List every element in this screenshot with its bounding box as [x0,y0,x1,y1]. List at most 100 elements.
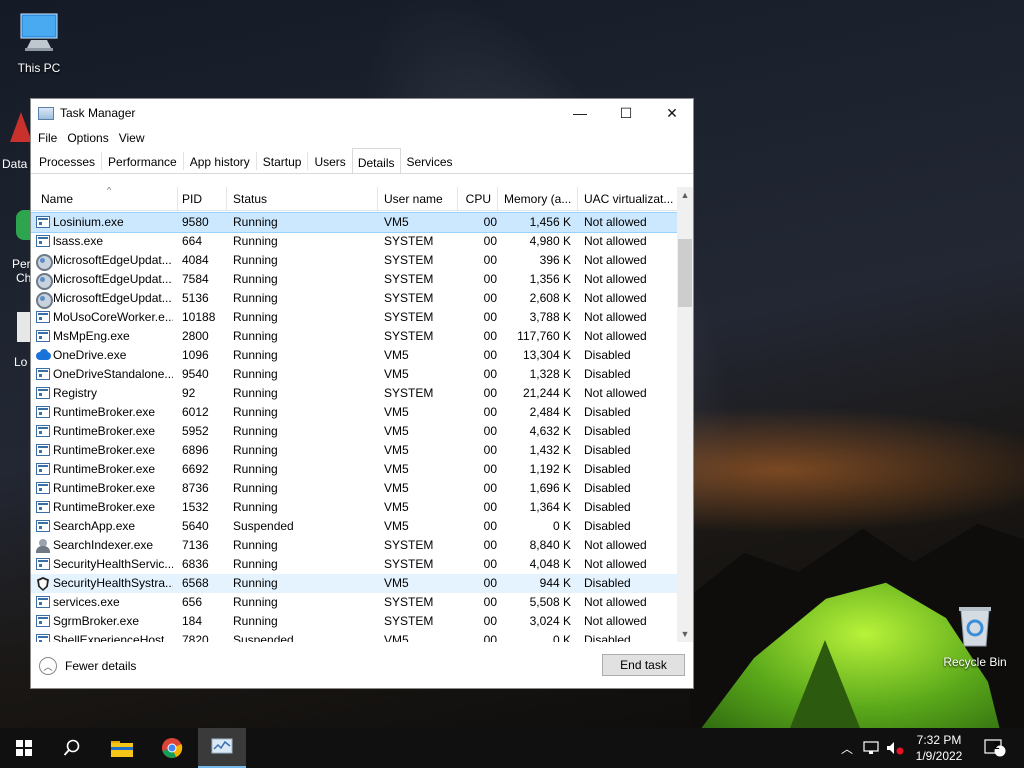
table-row[interactable]: MicrosoftEdgeUpdat... 4084 Running SYSTEM 00… [31,251,677,271]
column-header-name[interactable]: ^ Name [35,187,178,211]
close-button[interactable]: ✕ [649,99,695,127]
tab-startup[interactable]: Startup [257,149,308,173]
cell-memory: 21,244 K [522,386,571,400]
network-icon[interactable] [860,728,882,768]
menu-view[interactable]: View [114,127,150,149]
table-row[interactable]: SearchApp.exe 5640 Suspended VM5 00 0 K Disabl… [31,517,677,536]
cell-memory: 1,696 K [529,481,571,495]
cell-cpu: 00 [483,405,497,419]
cell-uac: Not allowed [584,272,647,286]
cell-memory: 8,840 K [529,538,571,552]
column-header-pid[interactable]: PID [176,187,227,211]
cell-name: lsass.exe [53,234,104,248]
cell-user: VM5 [384,500,409,514]
table-row[interactable]: RuntimeBroker.exe 8736 Running VM5 00 1,696 K… [31,479,677,498]
cell-uac: Disabled [584,500,631,514]
cell-memory: 117,760 K [517,329,571,343]
partial-desktop-icon[interactable] [17,312,31,342]
table-row[interactable]: SearchIndexer.exe 7136 Running SYSTEM 00 8,84… [31,536,677,555]
cell-uac: Not allowed [584,538,647,552]
cell-user: VM5 [384,481,409,495]
table-row[interactable]: SecurityHealthSystra... 6568 Running VM5 00 9… [31,574,677,593]
title-bar[interactable]: Task Manager — ☐ ✕ [31,99,693,127]
cell-user: SYSTEM [384,614,434,628]
column-header-memory[interactable]: Memory (a... [498,187,578,211]
scroll-down-arrow-icon[interactable]: ▼ [677,626,693,642]
table-row[interactable]: MicrosoftEdgeUpdat... 5136 Running SYSTEM 00… [31,289,677,309]
table-row[interactable]: lsass.exe 664 Running SYSTEM 00 4,980 K Not al… [31,232,677,251]
table-row[interactable]: ShellExperienceHost... 7820 Suspended VM5 00… [31,631,677,642]
taskbar-file-explorer[interactable] [98,728,146,768]
cell-uac: Disabled [584,367,631,381]
table-row[interactable]: MicrosoftEdgeUpdat... 7584 Running SYSTEM 00… [31,270,677,290]
table-row[interactable]: SecurityHealthServic... 6836 Running SYSTEM… [31,555,677,574]
cell-status: Running [233,215,278,229]
table-row[interactable]: Registry 92 Running SYSTEM 00 21,244 K Not all… [31,384,677,403]
clock-date: 1/9/2022 [915,749,963,763]
column-header-user[interactable]: User name [378,187,458,211]
cell-pid: 656 [182,595,203,609]
show-hidden-icons[interactable]: ︿ [838,728,856,768]
cell-name: ShellExperienceHost... [53,633,173,642]
scrollbar-thumb[interactable] [678,239,692,307]
cell-uac: Disabled [584,519,631,533]
column-header-status[interactable]: Status [227,187,378,211]
action-center-button[interactable]: 2 [980,728,1010,768]
cell-user: SYSTEM [384,538,434,552]
cell-status: Running [233,481,278,495]
table-row[interactable]: SgrmBroker.exe 184 Running SYSTEM 00 3,024 K N… [31,612,677,631]
end-task-button[interactable]: End task [602,654,685,676]
scroll-up-arrow-icon[interactable]: ▲ [677,187,693,203]
search-button[interactable] [48,728,96,768]
table-row[interactable]: services.exe 656 Running SYSTEM 00 5,508 K Not… [31,593,677,612]
column-header-uac[interactable]: UAC virtualizat... [578,187,677,211]
minimize-button[interactable]: — [557,99,603,127]
start-button[interactable] [0,728,48,768]
cell-pid: 1096 [182,348,209,362]
table-row[interactable]: MsMpEng.exe 2800 Running SYSTEM 00 117,760 K N… [31,327,677,346]
cell-cpu: 00 [483,500,497,514]
fewer-details-toggle[interactable]: ︿ Fewer details [39,657,136,675]
process-app-icon [36,311,50,323]
cell-status: Suspended [233,633,294,642]
table-row[interactable]: RuntimeBroker.exe 1532 Running VM5 00 1,364 K… [31,498,677,517]
partial-desktop-icon[interactable] [10,112,32,142]
process-app-icon [36,444,50,456]
column-header-cpu[interactable]: CPU [458,187,498,211]
desktop-icon-this-pc[interactable]: This PC [1,10,77,75]
tab-performance[interactable]: Performance [102,149,183,173]
cell-pid: 7584 [182,272,209,286]
cell-pid: 664 [182,234,203,248]
tab-bar: Processes Performance App history Startu… [31,148,693,174]
menu-file[interactable]: File [33,127,62,149]
tab-services[interactable]: Services [401,149,459,173]
volume-muted-icon[interactable] [884,728,906,768]
menu-options[interactable]: Options [62,127,113,149]
table-row[interactable]: OneDriveStandalone... 9540 Running VM5 00 1,3… [31,365,677,384]
table-row[interactable]: MoUsoCoreWorker.e... 10188 Running SYSTEM 00… [31,308,677,327]
notification-count: 2 [994,741,1000,752]
taskbar-task-manager[interactable] [198,728,246,768]
cell-cpu: 00 [483,367,497,381]
table-row[interactable]: RuntimeBroker.exe 6692 Running VM5 00 1,192 K… [31,460,677,479]
tab-app-history[interactable]: App history [184,149,256,173]
cell-cpu: 00 [483,329,497,343]
table-row[interactable]: Losinium.exe 9580 Running VM5 00 1,456 K Not a… [31,212,678,233]
cell-status: Suspended [233,519,294,533]
desktop-icon-recycle-bin[interactable]: Recycle Bin [937,604,1013,669]
cell-uac: Disabled [584,405,631,419]
table-row[interactable]: RuntimeBroker.exe 6012 Running VM5 00 2,484 K… [31,403,677,422]
taskbar-clock[interactable]: 7:32 PM 1/9/2022 [904,732,974,764]
table-row[interactable]: OneDrive.exe 1096 Running VM5 00 13,304 K Disa… [31,346,677,365]
table-row[interactable]: RuntimeBroker.exe 6896 Running VM5 00 1,432 K… [31,441,677,460]
vertical-scrollbar[interactable]: ▲ ▼ [677,187,693,642]
tab-processes[interactable]: Processes [33,149,101,173]
tab-users[interactable]: Users [308,149,351,173]
cell-user: VM5 [384,424,409,438]
taskbar-chrome[interactable] [148,728,196,768]
tab-details[interactable]: Details [351,148,401,173]
table-row[interactable]: RuntimeBroker.exe 5952 Running VM5 00 4,632 K… [31,422,677,441]
cell-memory: 3,024 K [529,614,571,628]
maximize-button[interactable]: ☐ [603,99,649,127]
cell-name: SearchIndexer.exe [53,538,154,552]
